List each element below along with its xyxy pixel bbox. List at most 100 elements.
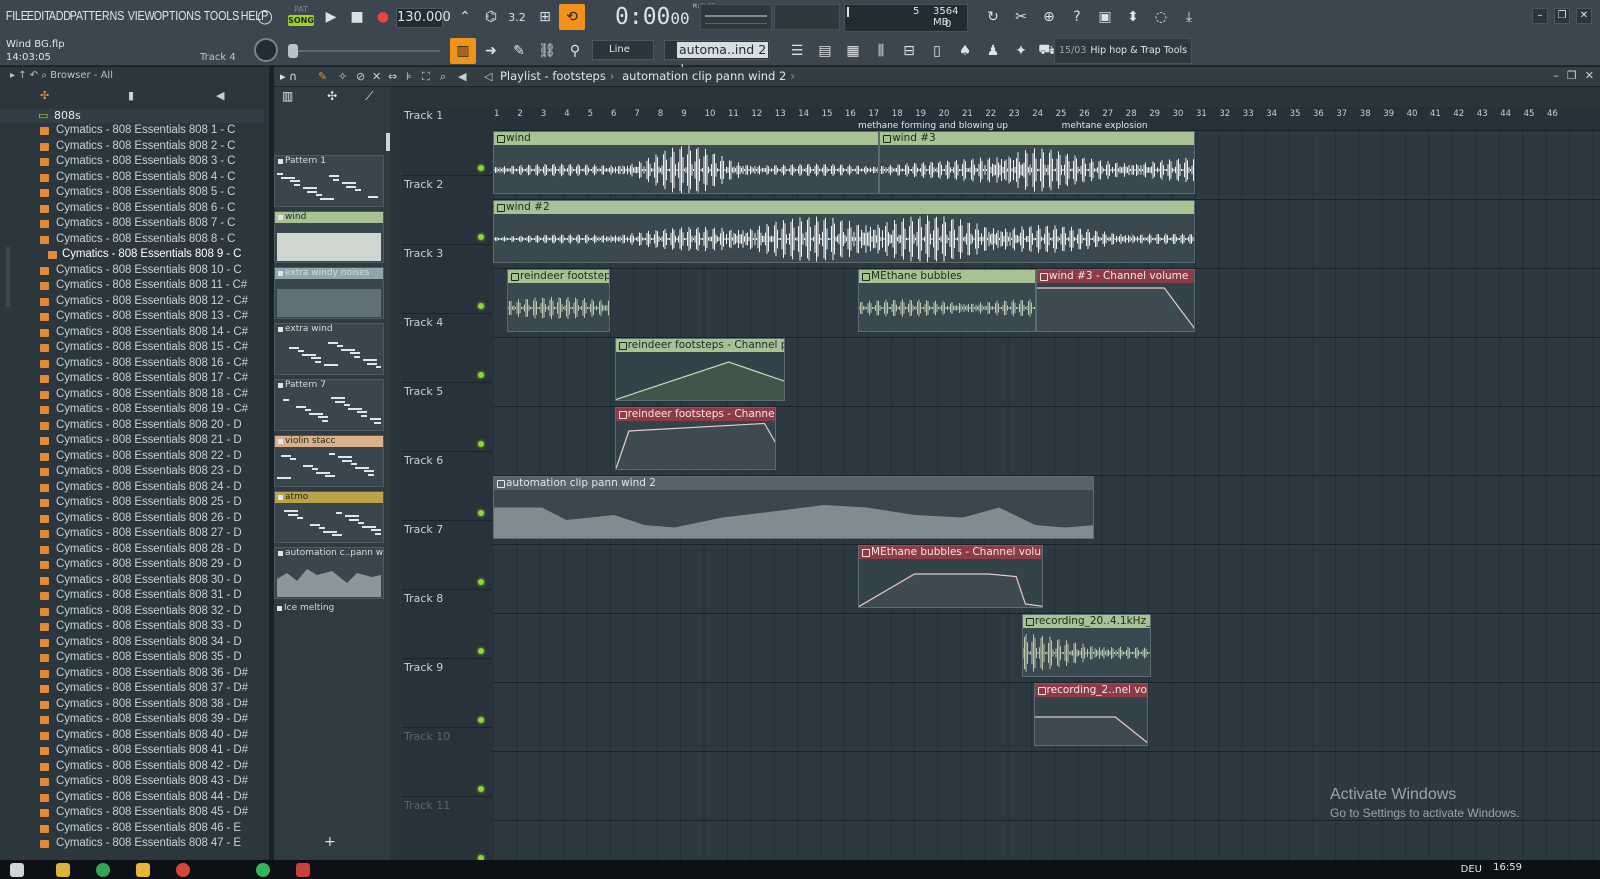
browser-file-item[interactable]: Cymatics - 808 Essentials 808 36 - D# — [0, 666, 270, 682]
browser-file-item[interactable]: Cymatics - 808 Essentials 808 6 - C — [0, 201, 270, 217]
browser-file-item[interactable]: Cymatics - 808 Essentials 808 5 - C — [0, 185, 270, 201]
mute-icon[interactable]: ✕ — [372, 70, 381, 83]
app-taskbar-icon[interactable] — [176, 863, 190, 877]
stop-icon[interactable]: ■ — [344, 4, 370, 30]
browser-tree-icon[interactable]: ⊟ — [896, 38, 922, 64]
pattern-cell[interactable]: wind — [274, 211, 384, 263]
playlist-clip[interactable]: reindeer footsteps - Channel volume — [614, 407, 777, 470]
browser-file-item[interactable]: Cymatics - 808 Essentials 808 35 - D — [0, 650, 270, 666]
piano-roll-icon[interactable]: ▤ — [812, 38, 838, 64]
master-volume-slider[interactable] — [288, 44, 440, 58]
browser-file-item[interactable]: Cymatics - 808 Essentials 808 41 - D# — [0, 743, 270, 759]
playlist-tool-icon[interactable]: ▥ — [450, 38, 476, 64]
playlist-clip[interactable]: MEthane bubbles - Channel volume — [858, 545, 1043, 608]
track-header[interactable]: Track 11 — [402, 797, 492, 866]
minimize-icon[interactable]: – — [1532, 8, 1548, 24]
tree-view-icon[interactable]: ✣ — [40, 89, 49, 102]
play-icon[interactable]: ▶ — [318, 4, 344, 30]
browser-taskbar-icon[interactable] — [96, 863, 110, 877]
browser-file-item[interactable]: Cymatics - 808 Essentials 808 24 - D — [0, 480, 270, 496]
pattern-cell[interactable]: extra wind — [274, 323, 384, 375]
channel-rack-icon[interactable]: ▦ — [840, 38, 866, 64]
record-icon[interactable]: ● — [370, 4, 396, 30]
pattern-cell[interactable]: extra windy noises — [274, 267, 384, 319]
browser-file-item[interactable]: Cymatics - 808 Essentials 808 10 - C — [0, 263, 270, 279]
pattern-cell[interactable]: Ice melting — [274, 603, 384, 617]
browser-file-item[interactable]: Cymatics - 808 Essentials 808 39 - D# — [0, 712, 270, 728]
track-mute-led[interactable] — [478, 441, 484, 447]
browser-file-item[interactable]: Cymatics - 808 Essentials 808 8 - C — [0, 232, 270, 248]
track-mute-led[interactable] — [478, 303, 484, 309]
slip-icon[interactable]: ⇔ — [388, 70, 397, 83]
playlist-restore-icon[interactable]: ❐ — [1567, 69, 1577, 82]
browser-file-item[interactable]: Cymatics - 808 Essentials 808 38 - D# — [0, 697, 270, 713]
playlist-clip[interactable]: wind #3 - Channel volume — [1035, 269, 1195, 332]
audition-icon[interactable]: ◁ — [484, 70, 492, 83]
link-icon[interactable]: ⛓ — [534, 38, 560, 64]
browser-file-item[interactable]: Cymatics - 808 Essentials 808 3 - C — [0, 154, 270, 170]
browser-file-item[interactable]: Cymatics - 808 Essentials 808 44 - D# — [0, 790, 270, 806]
undo-icon[interactable]: ↻ — [980, 4, 1006, 30]
playlist-clip[interactable]: wind #3 — [879, 131, 1195, 194]
chat-icon[interactable]: ◌ — [1148, 4, 1174, 30]
browser-file-item[interactable]: Cymatics - 808 Essentials 808 12 - C# — [0, 294, 270, 310]
explorer-taskbar-icon[interactable] — [136, 863, 150, 877]
restore-icon[interactable]: ❐ — [1554, 8, 1570, 24]
track-mute-led[interactable] — [478, 165, 484, 171]
playlist-clip[interactable]: reindeer footsteps - Channel panning — [614, 338, 786, 401]
playlist-grid[interactable]: wind wind #3 wind #2 reindeer footsteps MEth… — [493, 131, 1600, 860]
pattern-cell[interactable]: violin stacc — [274, 435, 384, 487]
browser-file-item[interactable]: Cymatics - 808 Essentials 808 14 - C# — [0, 325, 270, 341]
browser-file-item[interactable]: Cymatics - 808 Essentials 808 19 - C# — [0, 402, 270, 418]
track-mute-led[interactable] — [478, 372, 484, 378]
browser-file-item[interactable]: Cymatics - 808 Essentials 808 37 - D# — [0, 681, 270, 697]
playlist-menu-icon[interactable]: ▸ ∩ — [280, 70, 297, 83]
track-header[interactable]: Track 10 — [402, 728, 492, 797]
timeline-marker[interactable]: methane forming and blowing up — [858, 121, 1008, 131]
taskbar-clock[interactable]: 16:59 — [1493, 862, 1522, 873]
start-icon[interactable] — [10, 863, 24, 877]
playlist-clip[interactable]: recording_2..nel volume — [1033, 683, 1149, 746]
slider-handle[interactable] — [288, 44, 298, 58]
playlist-close-icon[interactable]: ✕ — [1585, 69, 1594, 82]
spotify-taskbar-icon[interactable] — [256, 863, 270, 877]
song-mode[interactable]: SONG — [288, 15, 314, 26]
browser-file-item[interactable]: Cymatics - 808 Essentials 808 45 - D# — [0, 805, 270, 821]
add-pattern-icon[interactable]: + — [324, 834, 336, 850]
next-icon[interactable]: ➜ — [478, 38, 504, 64]
playback-icon[interactable]: ◀ — [458, 70, 466, 83]
browser-file-item[interactable]: Cymatics - 808 Essentials 808 34 - D — [0, 635, 270, 651]
metronome-icon[interactable]: ⌃ — [452, 4, 478, 30]
browser-file-item[interactable]: Cymatics - 808 Essentials 808 32 - D — [0, 604, 270, 620]
browser-file-item[interactable]: Cymatics - 808 Essentials 808 21 - D — [0, 433, 270, 449]
pat-mode[interactable]: PAT — [288, 4, 314, 15]
master-volume-knob[interactable]: ◯ — [252, 4, 278, 30]
browser-file-item[interactable]: Cymatics - 808 Essentials 808 16 - C# — [0, 356, 270, 372]
cluster-icon[interactable]: ✣ — [327, 89, 337, 103]
track-header[interactable]: Track 7 — [402, 521, 492, 590]
track-mute-led[interactable] — [478, 648, 484, 654]
menu-patterns[interactable]: PATTERNS — [68, 6, 126, 28]
slice-icon[interactable]: ⊧ — [406, 70, 412, 83]
mixer-faders-icon[interactable]: ⫼ — [868, 38, 894, 64]
snap-selector[interactable]: Line — [592, 40, 654, 60]
project-icon[interactable]: ▯ — [924, 38, 950, 64]
playlist-clip[interactable]: MEthane bubbles — [858, 269, 1036, 332]
timeline-ruler[interactable]: 1 2 3 4 5 6 7 8 9 10 11 12 13 14 15 16 17 18 19 20 21 22 23 24 2… — [493, 107, 1600, 131]
step-edit-icon[interactable]: ⊞ — [532, 4, 558, 30]
delete-icon[interactable]: ⊘ — [356, 70, 365, 83]
track-header[interactable]: Track 6 — [402, 452, 492, 521]
browser-file-item[interactable]: Cymatics - 808 Essentials 808 9 - C — [0, 247, 270, 263]
close-icon[interactable]: ✕ — [1576, 8, 1592, 24]
people-icon[interactable]: ♟ — [980, 38, 1006, 64]
browser-file-item[interactable]: Cymatics - 808 Essentials 808 30 - D — [0, 573, 270, 589]
wait-for-input-icon[interactable]: ⌬ — [478, 4, 504, 30]
browser-file-item[interactable]: Cymatics - 808 Essentials 808 23 - D — [0, 464, 270, 480]
track-header[interactable]: Track 1 — [402, 107, 492, 176]
language-indicator[interactable]: DEU — [1461, 864, 1482, 875]
news-panel[interactable]: 15/03Hip hop & Trap Tools ▸ — [1054, 38, 1192, 80]
render-icon[interactable]: ⬍ — [1120, 4, 1146, 30]
browser-file-item[interactable]: Cymatics - 808 Essentials 808 46 - E — [0, 821, 270, 837]
pencil-icon[interactable]: ✎ — [318, 70, 327, 83]
save-icon[interactable]: ▣ — [1092, 4, 1118, 30]
